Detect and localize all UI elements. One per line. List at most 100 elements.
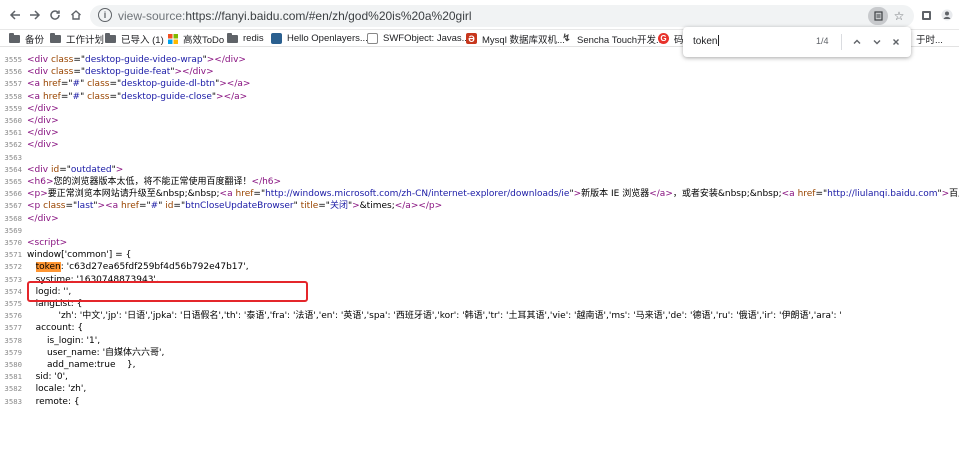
line-number: 3577: [4, 323, 22, 333]
line-number: 3580: [4, 360, 22, 369]
line-number: 3562: [4, 140, 22, 150]
source-line: 3557 <a href="#" class="desktop-guide-dl-…: [0, 78, 959, 91]
source-line: 3567 <p class="last"><a href="#" id="btnC…: [0, 200, 959, 213]
close-icon[interactable]: [888, 34, 904, 50]
bookmark-item[interactable]: 于时...: [916, 31, 943, 46]
line-number: 3560: [4, 116, 22, 125]
line-number: 3558: [4, 91, 22, 101]
line-number: 3576: [4, 311, 22, 321]
source-line: 3560 </div>: [0, 115, 959, 128]
source-line: 3564 <div id="outdated">: [0, 164, 959, 177]
chevron-up-icon[interactable]: [849, 34, 865, 50]
line-code: </div>: [27, 116, 59, 126]
source-line: 3571 window['common'] = {: [0, 249, 959, 262]
line-number: 3573: [4, 274, 22, 284]
find-match-count: 1/4: [816, 36, 829, 46]
line-code: <h6>您的浏览器版本太低，将不能正常使用百度翻译！</h6>: [27, 177, 282, 187]
folder-icon: [227, 32, 238, 43]
forward-arrow-icon[interactable]: [26, 6, 44, 24]
bookmark-item[interactable]: G码: [658, 31, 684, 46]
source-line: 3559 </div>: [0, 103, 959, 116]
line-number: 3561: [4, 128, 22, 138]
bookmark-item[interactable]: SWFObject: Javas...: [367, 31, 470, 46]
line-code: <div id="outdated">: [27, 164, 124, 175]
line-code: </div>: [27, 103, 59, 114]
line-number: 3572: [4, 262, 22, 272]
line-number: 3582: [4, 384, 22, 394]
line-code: sid: '0',: [27, 372, 68, 383]
home-icon[interactable]: [67, 6, 85, 24]
google-icon: G: [658, 33, 669, 44]
line-code: token: 'c63d27ea65fdf259bf4d56b792e47b17…: [35, 262, 249, 273]
bookmark-item[interactable]: ↯ Sencha Touch开发...: [561, 31, 664, 46]
windows-icon: [167, 33, 178, 44]
page-action-icon[interactable]: [868, 7, 888, 25]
line-code: <script>: [27, 238, 68, 248]
extension-icon[interactable]: [918, 7, 934, 23]
source-line: 3578 is_login: '1',: [0, 335, 959, 348]
folder-icon: [9, 32, 20, 43]
reload-icon[interactable]: [46, 6, 64, 24]
line-number: 3557: [4, 79, 22, 89]
bookmark-item[interactable]: redis: [227, 31, 264, 46]
source-line: 3566 <p>要正常浏览本网站请升级至&nbsp;&nbsp;<a href="…: [0, 188, 959, 201]
line-number: 3567: [4, 201, 22, 211]
line-number: 3575: [4, 299, 22, 308]
url-prefix: view-source:: [118, 9, 186, 23]
line-number: 3566: [4, 189, 22, 199]
line-number: 3555: [4, 55, 22, 64]
chevron-down-icon[interactable]: [869, 34, 885, 50]
find-divider: [841, 34, 842, 50]
source-line: 3556 <div class="desktop-guide-feat"></di…: [0, 66, 959, 79]
source-line: 3581 sid: '0',: [0, 371, 959, 384]
browser-toolbar: i view-source:https://fanyi.baidu.com/#e…: [0, 0, 959, 30]
source-line: 3582 locale: 'zh',: [0, 383, 959, 396]
info-icon[interactable]: i: [98, 8, 112, 22]
source-line: 3583 remote: {: [0, 396, 959, 409]
bookmark-item[interactable]: 工作计划: [50, 31, 104, 46]
source-view: 3555 <div class="desktop-guide-video-wrap…: [0, 47, 959, 452]
line-code: <a href="#" class="desktop-guide-close">…: [27, 91, 248, 102]
address-bar[interactable]: i view-source:https://fanyi.baidu.com/#e…: [90, 5, 914, 27]
line-code: </div>: [27, 128, 59, 139]
text-caret: [718, 35, 720, 46]
line-code: </div>: [27, 140, 59, 151]
profile-icon[interactable]: [939, 7, 955, 23]
bookmark-item[interactable]: 高效ToDo: [167, 31, 224, 46]
line-code: 'zh': '中文','jp': '日语','jpka': '日语假名','th…: [27, 311, 842, 322]
line-code: <div class="desktop-guide-video-wrap"></…: [27, 55, 246, 65]
line-code: <div class="desktop-guide-feat"></div>: [27, 67, 214, 78]
line-code: account: {: [27, 323, 84, 334]
line-number: 3578: [4, 335, 22, 345]
source-line: 3561 </div>: [0, 127, 959, 140]
back-arrow-icon[interactable]: [6, 6, 24, 24]
line-number: 3556: [4, 67, 22, 77]
bookmark-item[interactable]: Ə Mysql 数据库双机...: [466, 31, 565, 46]
line-number: 3564: [4, 164, 22, 174]
line-code: user_name: '自媒体六六哥',: [27, 347, 165, 358]
line-number: 3583: [4, 396, 22, 406]
bookmark-star-icon[interactable]: ☆: [890, 7, 908, 25]
line-code: locale: 'zh',: [27, 384, 87, 395]
line-number: 3559: [4, 103, 22, 113]
bookmark-item[interactable]: 已导入 (1): [105, 31, 164, 46]
find-input[interactable]: token: [693, 35, 720, 47]
source-line: 3569: [0, 225, 959, 238]
line-number: 3574: [4, 286, 22, 296]
source-line: 3570 <script>: [0, 237, 959, 250]
source-line: 3565 <h6>您的浏览器版本太低，将不能正常使用百度翻译！</h6>: [0, 176, 959, 189]
bookmark-item[interactable]: 备份: [9, 31, 44, 46]
line-number: 3568: [4, 213, 22, 223]
line-code: is_login: '1',: [27, 335, 101, 346]
line-code: <a href="#" class="desktop-guide-dl-btn"…: [27, 79, 251, 90]
address-url: view-source:https://fanyi.baidu.com/#en/…: [118, 9, 472, 23]
highlight-box: [27, 281, 308, 302]
source-line: 3558 <a href="#" class="desktop-guide-clo…: [0, 91, 959, 104]
line-code: add_name:true },: [27, 360, 136, 370]
line-number: 3563: [4, 152, 22, 162]
doc-icon: [367, 33, 378, 44]
line-code: </div>: [27, 213, 59, 224]
bookmark-item[interactable]: Hello Openlayers...: [271, 31, 368, 46]
line-number: 3571: [4, 250, 22, 260]
source-line: 3577 account: {: [0, 322, 959, 335]
